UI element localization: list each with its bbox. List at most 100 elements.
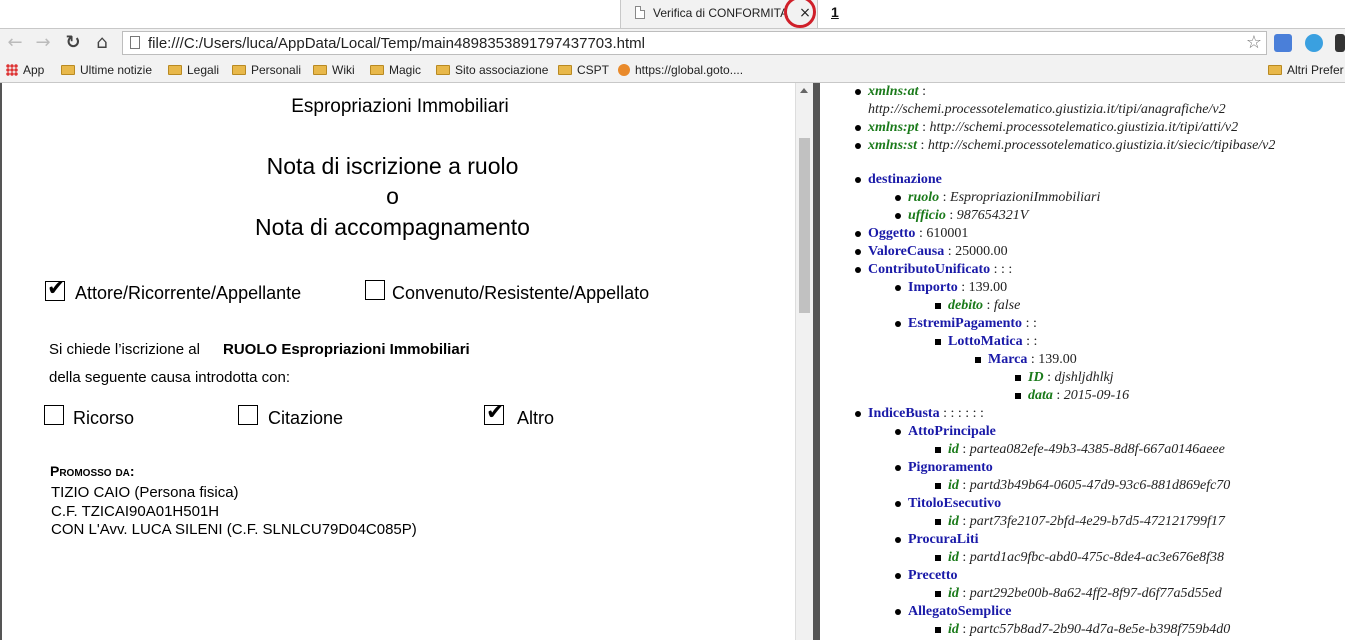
folder-icon <box>313 65 327 75</box>
separator: : <box>957 280 969 295</box>
bookmark-folder[interactable]: Sito associazione <box>436 63 548 77</box>
back-icon[interactable]: ← <box>4 32 26 54</box>
forward-icon[interactable]: → <box>32 32 54 54</box>
attr-value: EspropriazioniImmobiliari <box>950 190 1101 205</box>
folder-icon <box>168 65 182 75</box>
node-value: 610001 <box>926 226 969 241</box>
request-prefix: Si chiede l’iscrizione al <box>49 341 200 358</box>
pdf-scrollbar[interactable] <box>795 83 813 640</box>
attr-id: id : partd3b49b64-0605-47d9-93c6-881d869… <box>934 477 1231 495</box>
attr-key: id <box>948 550 959 565</box>
node-key: IndiceBusta <box>868 406 940 421</box>
attr-value: partea082efe-49b3-4385-8d8f-667a0146aeee <box>969 442 1225 457</box>
citazione-label: Citazione <box>268 408 344 428</box>
node-key: AttoPrincipale <box>908 424 996 439</box>
promosso-cf: C.F. TZICAI90A01H501H <box>51 503 220 520</box>
attr-value: partd3b49b64-0605-47d9-93c6-881d869efc70 <box>969 478 1231 493</box>
folder-icon <box>558 65 572 75</box>
bookmark-folder[interactable]: Personali <box>232 63 301 77</box>
attore-label: Attore/Ricorrente/Appellante <box>75 283 302 303</box>
document-header: Espropriazioni Immobiliari <box>291 96 509 117</box>
bookmark-folder[interactable]: Wiki <box>313 63 355 77</box>
xmlns-at-value: http://schemi.processotelematico.giustiz… <box>868 101 1226 119</box>
document-icon <box>635 6 645 19</box>
xmlns-at-entry: xmlns:at : <box>855 83 926 101</box>
translate-extension-icon[interactable] <box>1274 34 1292 52</box>
node-marca: Marca : 139.00 <box>975 351 1077 369</box>
tab-strip: Verifica di CONFORMITA × 1 <box>0 0 1345 29</box>
ricorso-checkbox[interactable] <box>44 405 64 425</box>
attr-key: id <box>948 586 959 601</box>
attr-key: id <box>948 442 959 457</box>
pane-divider[interactable] <box>813 83 820 640</box>
node-key: Oggetto <box>868 226 916 241</box>
separator: : <box>945 208 957 223</box>
bookmark-link[interactable]: https://global.goto.... <box>618 63 743 77</box>
bookmark-label: App <box>23 63 45 77</box>
bookmark-label: Wiki <box>332 63 355 77</box>
address-bar[interactable]: file:///C:/Users/luca/AppData/Local/Temp… <box>122 31 1267 55</box>
bookmark-label: Legali <box>187 63 220 77</box>
separator: : <box>1027 352 1039 367</box>
node-key: Pignoramento <box>908 460 993 475</box>
attr-key: debito <box>948 298 983 313</box>
url-text[interactable]: file:///C:/Users/luca/AppData/Local/Temp… <box>148 35 645 52</box>
cloud-extension-icon[interactable] <box>1305 34 1323 52</box>
attr-value: part73fe2107-2bfd-4e29-b7d5-472121799f17 <box>969 514 1225 529</box>
separator: : <box>1052 388 1064 403</box>
promosso-party: TIZIO CAIO (Persona fisica) <box>51 484 239 501</box>
bookmark-label: Altri Prefer <box>1287 63 1344 77</box>
reload-icon[interactable]: ↻ <box>62 32 84 54</box>
node-allegatosemplice: AllegatoSemplice <box>894 603 1011 621</box>
attr-key: id <box>948 478 959 493</box>
attore-checkbox[interactable]: ✔ <box>45 276 65 301</box>
separator: : <box>958 586 970 601</box>
bookmark-folder[interactable]: Legali <box>168 63 219 77</box>
bookmark-folder[interactable]: CSPT <box>558 63 609 77</box>
document-title: Nota di iscrizione a ruolo <box>266 153 519 179</box>
separator: : <box>939 190 951 205</box>
attr-id: id : part73fe2107-2bfd-4e29-b7d5-4721217… <box>935 513 1225 531</box>
checkmark-icon: ✔ <box>47 276 66 301</box>
node-procuraliti: ProcuraLiti <box>895 531 979 549</box>
separator: : <box>983 298 994 313</box>
node-value: 139.00 <box>968 280 1008 295</box>
node-key: Importo <box>908 280 958 295</box>
scroll-up-arrow-icon[interactable] <box>800 88 808 93</box>
scrollbar-thumb[interactable] <box>799 138 810 313</box>
separator: : <box>1043 370 1055 385</box>
node-titoloesecutivo: TitoloEsecutivo <box>894 495 1001 513</box>
separator: : <box>958 514 970 529</box>
node-key: Precetto <box>908 568 958 583</box>
separator: : <box>915 226 927 241</box>
attr-id: id : partea082efe-49b3-4385-8d8f-667a014… <box>935 441 1225 459</box>
ricorso-label: Ricorso <box>73 408 135 428</box>
attr-value: partd1ac9fbc-abd0-475c-8de4-ac3e676e8f38 <box>969 550 1225 565</box>
citazione-checkbox[interactable] <box>238 405 258 425</box>
annotation-marker: 1 <box>831 4 839 20</box>
promosso-label: Promosso da: <box>50 463 135 479</box>
home-icon[interactable]: ⌂ <box>91 32 113 54</box>
xmlns-pt-entry: xmlns:pt : http://schemi.processotelemat… <box>854 119 1238 137</box>
attr-key: ID <box>1028 370 1044 385</box>
folder-icon <box>1268 65 1282 75</box>
separator: : <box>944 244 956 259</box>
menu-icon[interactable] <box>1335 34 1345 52</box>
node-value: : : <box>1026 334 1038 349</box>
node-valorecausa: ValoreCausa : 25000.00 <box>855 243 1008 261</box>
pdf-view-pane: Espropriazioni Immobiliari Nota di iscri… <box>0 83 795 640</box>
bookmark-other-folder[interactable]: Altri Prefer <box>1268 63 1344 77</box>
bookmark-apps[interactable]: App <box>6 63 44 77</box>
bookmark-folder[interactable]: Magic <box>370 63 421 77</box>
bookmark-label: Ultime notizie <box>80 63 153 77</box>
node-value: 139.00 <box>1038 352 1077 367</box>
bookmark-folder[interactable]: Ultime notizie <box>61 63 152 77</box>
altro-checkbox[interactable]: ✔ <box>484 400 504 425</box>
bookmark-star-icon[interactable]: ☆ <box>1246 32 1262 53</box>
convenuto-checkbox[interactable] <box>365 280 385 300</box>
convenuto-label: Convenuto/Resistente/Appellato <box>392 283 650 303</box>
node-key: Marca <box>988 352 1028 367</box>
attr-value: 987654321V <box>956 208 1029 223</box>
bookmark-label: Magic <box>389 63 422 77</box>
bookmark-label: Personali <box>251 63 302 77</box>
